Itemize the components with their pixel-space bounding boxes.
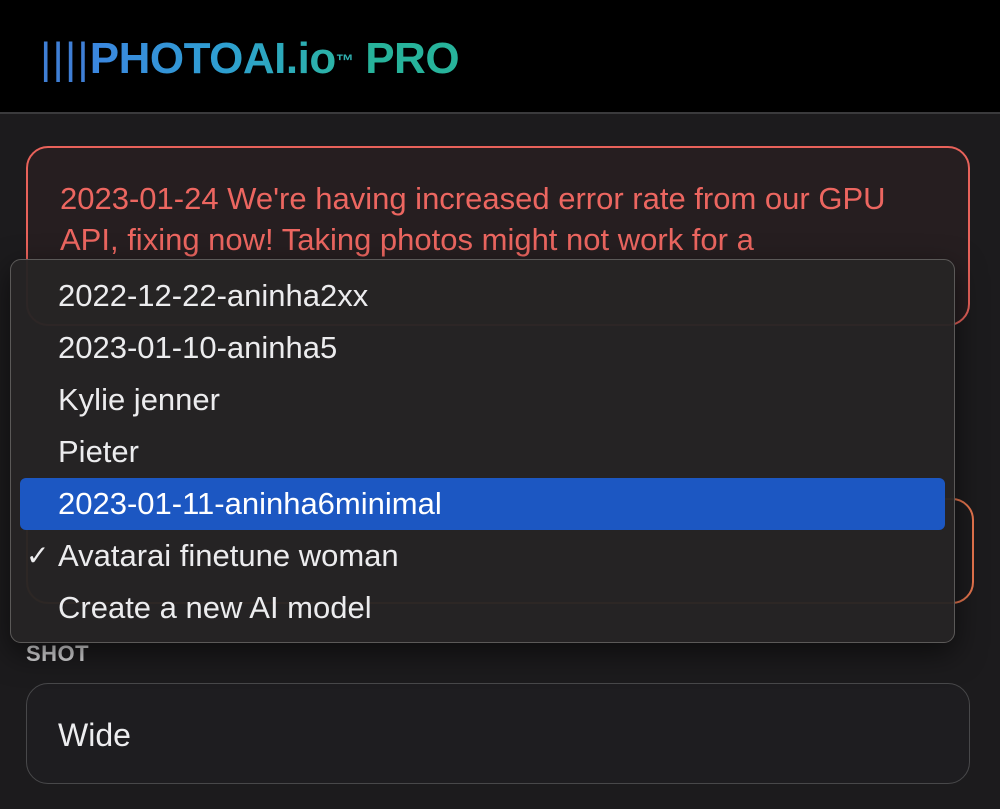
shot-label: SHOT — [26, 641, 90, 666]
shot-select-value: Wide — [58, 717, 131, 753]
menu-item[interactable]: 2023-01-10-aninha5 — [20, 322, 945, 374]
alert-text: 2023-01-24 We're having increased error … — [60, 181, 886, 257]
page: ||||PHOTOAI.io™ PRO 2023-01-24 We're havi… — [0, 0, 1000, 809]
menu-item-label: Pieter — [58, 434, 139, 469]
menu-item-label: Kylie jenner — [58, 382, 220, 417]
menu-item[interactable]: Pieter — [20, 426, 945, 478]
menu-item-create-model[interactable]: Create a new AI model — [20, 582, 945, 634]
logo-brand: PHOTOAI.io — [89, 34, 336, 83]
menu-item[interactable]: 2022-12-22-aninha2xx — [20, 270, 945, 322]
model-dropdown-menu: 2022-12-22-aninha2xx 2023-01-10-aninha5 … — [10, 259, 955, 643]
menu-item-label: Avatarai finetune woman — [58, 538, 399, 573]
checkmark-icon: ✓ — [26, 540, 50, 571]
menu-item-highlighted[interactable]: 2023-01-11-aninha6minimal — [20, 478, 945, 530]
menu-item-label: 2023-01-11-aninha6minimal — [58, 486, 442, 521]
logo-trademark: ™ — [335, 51, 354, 71]
menu-item-label: 2023-01-10-aninha5 — [58, 330, 338, 365]
header: ||||PHOTOAI.io™ PRO — [0, 0, 1000, 114]
logo-bars: |||| — [40, 34, 90, 83]
menu-item-selected[interactable]: ✓ Avatarai finetune woman — [20, 530, 945, 582]
logo[interactable]: ||||PHOTOAI.io™ PRO — [40, 34, 460, 84]
menu-item-label: Create a new AI model — [58, 590, 372, 625]
logo-pro: PRO — [365, 34, 460, 83]
menu-item[interactable]: Kylie jenner — [20, 374, 945, 426]
shot-select[interactable]: Wide — [26, 683, 970, 784]
menu-item-label: 2022-12-22-aninha2xx — [58, 278, 369, 313]
